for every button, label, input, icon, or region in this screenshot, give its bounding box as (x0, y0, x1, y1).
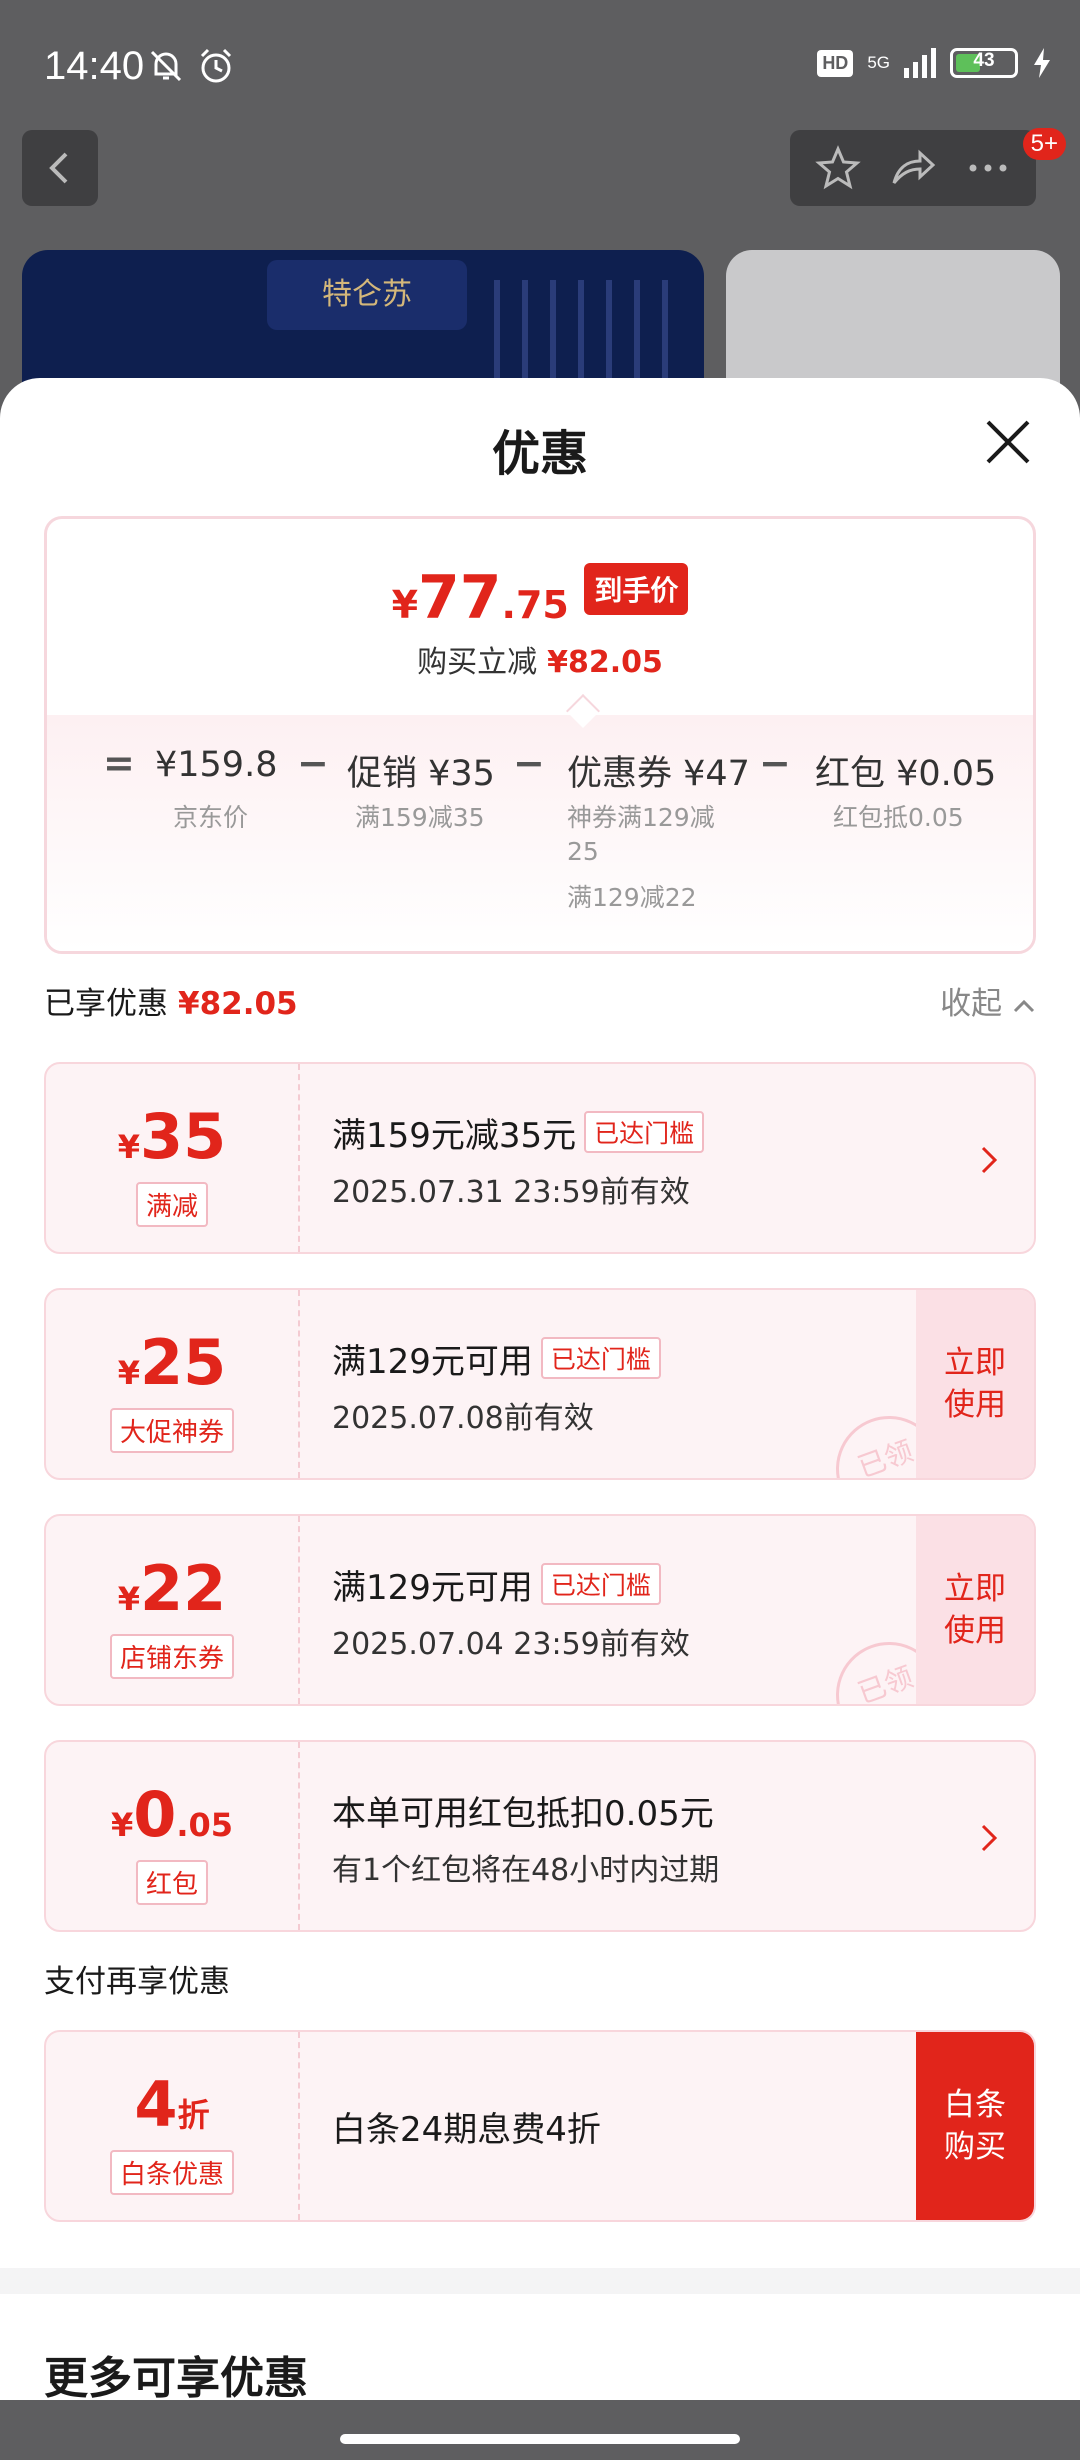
promo-amount: 促销 ¥35 (347, 754, 495, 794)
coupon-divider (298, 1064, 300, 1252)
coupon-divider (298, 1290, 300, 1478)
coupon-title: 满129元可用 (332, 1568, 533, 1608)
coupon-validity: 2025.07.08前有效 (332, 1401, 594, 1436)
use-now-button[interactable]: 立即 使用 (916, 1290, 1034, 1478)
share-icon[interactable] (888, 143, 938, 193)
coupon-title: 满159元减35元 (332, 1116, 577, 1156)
battery-icon: 43 (950, 48, 1018, 78)
sheet-title: 优惠 (491, 426, 588, 482)
enjoyed-row: 已享优惠 ¥82.05 收起 (44, 978, 1036, 1028)
threshold-badge: 已达门槛 (540, 1563, 661, 1605)
baitiao-card: 4折 白条优惠 白条24期息费4折 白条 购买 (44, 2030, 1036, 2222)
back-button[interactable] (22, 130, 98, 206)
alarm-icon (200, 48, 232, 83)
coupon-validity: 2025.07.31 23:59前有效 (332, 1175, 690, 1210)
chevron-up-icon (1013, 999, 1035, 1013)
coupon-value: ¥0.05 红包 (46, 1742, 298, 1930)
charging-icon (1034, 48, 1050, 78)
brand-logo: 特仑苏 (267, 260, 467, 330)
hd-icon: HD (817, 49, 854, 77)
baitiao-buy-button[interactable]: 白条 购买 (916, 2032, 1034, 2220)
minus-sign: − (297, 741, 329, 785)
coupon-value: ¥35 满减 (46, 1064, 298, 1252)
coupon-title: 白条24期息费4折 (332, 2110, 601, 2150)
coupon-info: 满129元可用 已达门槛 2025.07.04 23:59前有效 (332, 1560, 690, 1663)
coupon-info: 满159元减35元 已达门槛 2025.07.31 23:59前有效 (332, 1108, 705, 1211)
network-icon: 5G (867, 53, 890, 72)
coupon-type-tag: 红包 (135, 1860, 209, 1905)
jd-price-label: 京东价 (173, 803, 249, 832)
collapse-button[interactable]: 收起 (940, 978, 1036, 1023)
bell-muted-icon (150, 50, 182, 82)
background-page: 14:40 HD 5G 43 5+ 特仑苏 (0, 0, 1080, 440)
coupon-info: 白条24期息费4折 (332, 2102, 601, 2151)
coupon-amount: 优惠券 ¥47 (567, 754, 750, 794)
minus-sign: − (513, 741, 545, 785)
jd-price: ¥159.8 (155, 745, 278, 785)
redpack-desc: 红包抵0.05 (833, 803, 964, 832)
coupon-info: 满129元可用 已达门槛 2025.07.08前有效 (332, 1334, 661, 1437)
coupon-type-tag: 满减 (135, 1182, 209, 1227)
status-bar: 14:40 HD 5G 43 (0, 0, 1080, 135)
coupon-value: ¥22 店铺东券 (46, 1516, 298, 1704)
price-summary: ¥77.75 到手价 购买立减 ¥82.05 = ¥159.8 京东价 − 促销 … (44, 516, 1036, 954)
coupon-card[interactable]: ¥35 满减 满159元减35元 已达门槛 2025.07.31 23:59前有效 (44, 1062, 1036, 1254)
threshold-badge: 已达门槛 (540, 1337, 661, 1379)
top-actions (790, 130, 1036, 206)
enjoyed-label: 已享优惠 (44, 986, 168, 1022)
coupon-validity: 2025.07.04 23:59前有效 (332, 1627, 690, 1662)
coupon-card: ¥25 大促神券 满129元可用 已达门槛 2025.07.08前有效 已领 立即… (44, 1288, 1036, 1480)
coupon-type-tag: 白条优惠 (109, 2150, 235, 2195)
chevron-right-icon (981, 1146, 998, 1174)
chevron-right-icon (981, 1824, 998, 1852)
coupon-divider (298, 1516, 300, 1704)
status-right: HD 5G 43 (817, 48, 1052, 78)
close-icon[interactable] (980, 414, 1036, 470)
coupon-desc-1: 神券满129减 25 (567, 803, 715, 866)
coupon-divider (298, 1742, 300, 1930)
coupon-divider (298, 2032, 300, 2220)
more-icon[interactable] (963, 143, 1013, 193)
redpack-card[interactable]: ¥0.05 红包 本单可用红包抵扣0.05元 有1个红包将在48小时内过期 (44, 1740, 1036, 1932)
final-price: ¥77.75 到手价 (47, 563, 1033, 633)
total-reduction: 购买立减 ¥82.05 (417, 645, 663, 680)
redpack-amount: 红包 ¥0.05 (815, 754, 997, 794)
promo-desc: 满159减35 (355, 803, 485, 832)
status-time: 14:40 (44, 44, 145, 88)
home-indicator[interactable] (340, 2434, 740, 2444)
equals-sign: = (103, 741, 135, 785)
coupon-value: ¥25 大促神券 (46, 1290, 298, 1478)
threshold-badge: 已达门槛 (584, 1111, 705, 1153)
coupon-type-tag: 大促神券 (109, 1408, 235, 1453)
section-gap (0, 2268, 1080, 2294)
final-price-tag: 到手价 (584, 563, 689, 615)
use-now-button[interactable]: 立即 使用 (916, 1516, 1034, 1704)
coupon-type-tag: 店铺东券 (109, 1634, 235, 1679)
enjoyed-amount: ¥82.05 (178, 986, 298, 1022)
coupon-desc-2: 满129减22 (567, 883, 697, 912)
star-icon[interactable] (813, 143, 863, 193)
cart-badge: 5+ (1022, 128, 1066, 160)
coupon-card: ¥22 店铺东券 满129元可用 已达门槛 2025.07.04 23:59前有效… (44, 1514, 1036, 1706)
minus-sign: − (759, 741, 791, 785)
coupon-title: 满129元可用 (332, 1342, 533, 1382)
coupon-info: 本单可用红包抵扣0.05元 有1个红包将在48小时内过期 (332, 1786, 719, 1889)
signal-icon (904, 48, 936, 78)
more-offers-title: 更多可享优惠 (44, 2353, 308, 2404)
chevron-left-icon (49, 152, 68, 184)
gesture-bar (0, 2400, 1080, 2460)
pay-section-label: 支付再享优惠 (44, 1964, 230, 2000)
coupon-validity: 有1个红包将在48小时内过期 (332, 1853, 720, 1888)
coupon-title: 本单可用红包抵扣0.05元 (332, 1794, 714, 1834)
coupon-value: 4折 白条优惠 (46, 2032, 298, 2220)
discount-sheet: 优惠 ¥77.75 到手价 购买立减 ¥82.05 = ¥159.8 京东价 − … (0, 378, 1080, 2460)
